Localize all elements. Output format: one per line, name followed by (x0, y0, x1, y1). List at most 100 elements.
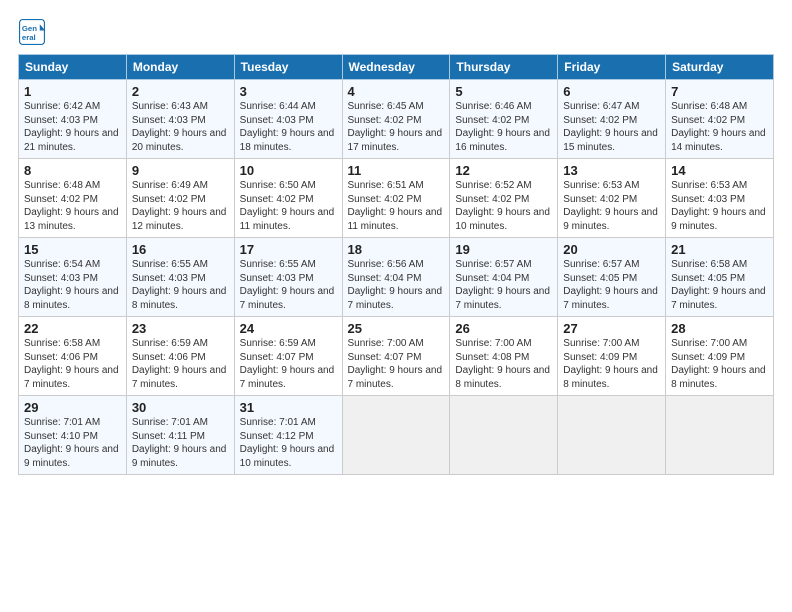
calendar-cell (558, 396, 666, 475)
day-number: 5 (455, 84, 552, 99)
day-info: Sunrise: 6:57 AMSunset: 4:05 PMDaylight:… (563, 259, 658, 311)
calendar-cell (666, 396, 774, 475)
day-number: 17 (240, 242, 337, 257)
calendar-cell: 29 Sunrise: 7:01 AMSunset: 4:10 PMDaylig… (19, 396, 127, 475)
day-info: Sunrise: 6:49 AMSunset: 4:02 PMDaylight:… (132, 180, 227, 232)
calendar-cell: 31 Sunrise: 7:01 AMSunset: 4:12 PMDaylig… (234, 396, 342, 475)
logo-icon: Gen eral (18, 18, 46, 46)
day-info: Sunrise: 6:51 AMSunset: 4:02 PMDaylight:… (348, 180, 443, 232)
calendar-cell: 7 Sunrise: 6:48 AMSunset: 4:02 PMDayligh… (666, 80, 774, 159)
day-info: Sunrise: 7:00 AMSunset: 4:09 PMDaylight:… (671, 338, 766, 390)
day-info: Sunrise: 6:52 AMSunset: 4:02 PMDaylight:… (455, 180, 550, 232)
dow-header-tuesday: Tuesday (234, 55, 342, 80)
day-info: Sunrise: 6:56 AMSunset: 4:04 PMDaylight:… (348, 259, 443, 311)
day-number: 28 (671, 321, 768, 336)
calendar-cell: 22 Sunrise: 6:58 AMSunset: 4:06 PMDaylig… (19, 317, 127, 396)
day-info: Sunrise: 7:01 AMSunset: 4:12 PMDaylight:… (240, 417, 335, 469)
day-info: Sunrise: 6:59 AMSunset: 4:06 PMDaylight:… (132, 338, 227, 390)
page-container: Gen eral SundayMondayTuesdayWednesdayThu… (0, 0, 792, 485)
day-info: Sunrise: 7:01 AMSunset: 4:11 PMDaylight:… (132, 417, 227, 469)
day-number: 18 (348, 242, 445, 257)
day-info: Sunrise: 6:59 AMSunset: 4:07 PMDaylight:… (240, 338, 335, 390)
calendar-cell: 9 Sunrise: 6:49 AMSunset: 4:02 PMDayligh… (126, 159, 234, 238)
calendar-cell: 11 Sunrise: 6:51 AMSunset: 4:02 PMDaylig… (342, 159, 450, 238)
day-number: 12 (455, 163, 552, 178)
calendar-cell: 28 Sunrise: 7:00 AMSunset: 4:09 PMDaylig… (666, 317, 774, 396)
day-number: 11 (348, 163, 445, 178)
day-number: 4 (348, 84, 445, 99)
day-info: Sunrise: 6:50 AMSunset: 4:02 PMDaylight:… (240, 180, 335, 232)
day-info: Sunrise: 6:54 AMSunset: 4:03 PMDaylight:… (24, 259, 119, 311)
calendar-cell: 5 Sunrise: 6:46 AMSunset: 4:02 PMDayligh… (450, 80, 558, 159)
day-number: 19 (455, 242, 552, 257)
dow-header-friday: Friday (558, 55, 666, 80)
calendar-cell: 16 Sunrise: 6:55 AMSunset: 4:03 PMDaylig… (126, 238, 234, 317)
calendar-cell: 6 Sunrise: 6:47 AMSunset: 4:02 PMDayligh… (558, 80, 666, 159)
calendar-cell: 2 Sunrise: 6:43 AMSunset: 4:03 PMDayligh… (126, 80, 234, 159)
day-number: 13 (563, 163, 660, 178)
day-number: 14 (671, 163, 768, 178)
day-number: 3 (240, 84, 337, 99)
dow-header-wednesday: Wednesday (342, 55, 450, 80)
calendar-table: SundayMondayTuesdayWednesdayThursdayFrid… (18, 54, 774, 475)
day-info: Sunrise: 6:48 AMSunset: 4:02 PMDaylight:… (24, 180, 119, 232)
dow-header-sunday: Sunday (19, 55, 127, 80)
calendar-week-4: 22 Sunrise: 6:58 AMSunset: 4:06 PMDaylig… (19, 317, 774, 396)
calendar-cell: 10 Sunrise: 6:50 AMSunset: 4:02 PMDaylig… (234, 159, 342, 238)
calendar-week-1: 1 Sunrise: 6:42 AMSunset: 4:03 PMDayligh… (19, 80, 774, 159)
day-number: 7 (671, 84, 768, 99)
header: Gen eral (18, 18, 774, 46)
calendar-cell: 25 Sunrise: 7:00 AMSunset: 4:07 PMDaylig… (342, 317, 450, 396)
calendar-cell: 14 Sunrise: 6:53 AMSunset: 4:03 PMDaylig… (666, 159, 774, 238)
day-info: Sunrise: 6:58 AMSunset: 4:05 PMDaylight:… (671, 259, 766, 311)
day-number: 26 (455, 321, 552, 336)
calendar-cell: 26 Sunrise: 7:00 AMSunset: 4:08 PMDaylig… (450, 317, 558, 396)
day-info: Sunrise: 6:48 AMSunset: 4:02 PMDaylight:… (671, 101, 766, 153)
day-info: Sunrise: 7:00 AMSunset: 4:07 PMDaylight:… (348, 338, 443, 390)
day-info: Sunrise: 6:55 AMSunset: 4:03 PMDaylight:… (240, 259, 335, 311)
calendar-cell (450, 396, 558, 475)
calendar-cell: 8 Sunrise: 6:48 AMSunset: 4:02 PMDayligh… (19, 159, 127, 238)
calendar-cell: 13 Sunrise: 6:53 AMSunset: 4:02 PMDaylig… (558, 159, 666, 238)
calendar-cell: 20 Sunrise: 6:57 AMSunset: 4:05 PMDaylig… (558, 238, 666, 317)
day-number: 23 (132, 321, 229, 336)
day-number: 30 (132, 400, 229, 415)
day-number: 25 (348, 321, 445, 336)
dow-header-monday: Monday (126, 55, 234, 80)
calendar-body: 1 Sunrise: 6:42 AMSunset: 4:03 PMDayligh… (19, 80, 774, 475)
day-number: 16 (132, 242, 229, 257)
calendar-cell: 21 Sunrise: 6:58 AMSunset: 4:05 PMDaylig… (666, 238, 774, 317)
day-number: 21 (671, 242, 768, 257)
calendar-cell: 24 Sunrise: 6:59 AMSunset: 4:07 PMDaylig… (234, 317, 342, 396)
dow-header-saturday: Saturday (666, 55, 774, 80)
calendar-cell: 27 Sunrise: 7:00 AMSunset: 4:09 PMDaylig… (558, 317, 666, 396)
calendar-cell: 23 Sunrise: 6:59 AMSunset: 4:06 PMDaylig… (126, 317, 234, 396)
day-info: Sunrise: 7:00 AMSunset: 4:09 PMDaylight:… (563, 338, 658, 390)
day-info: Sunrise: 6:45 AMSunset: 4:02 PMDaylight:… (348, 101, 443, 153)
day-info: Sunrise: 6:53 AMSunset: 4:03 PMDaylight:… (671, 180, 766, 232)
day-info: Sunrise: 7:00 AMSunset: 4:08 PMDaylight:… (455, 338, 550, 390)
svg-text:eral: eral (22, 33, 36, 42)
calendar-week-3: 15 Sunrise: 6:54 AMSunset: 4:03 PMDaylig… (19, 238, 774, 317)
calendar-cell: 12 Sunrise: 6:52 AMSunset: 4:02 PMDaylig… (450, 159, 558, 238)
dow-header-thursday: Thursday (450, 55, 558, 80)
calendar-cell: 1 Sunrise: 6:42 AMSunset: 4:03 PMDayligh… (19, 80, 127, 159)
day-number: 9 (132, 163, 229, 178)
day-info: Sunrise: 6:58 AMSunset: 4:06 PMDaylight:… (24, 338, 119, 390)
calendar-cell: 3 Sunrise: 6:44 AMSunset: 4:03 PMDayligh… (234, 80, 342, 159)
logo: Gen eral (18, 18, 50, 46)
day-info: Sunrise: 6:57 AMSunset: 4:04 PMDaylight:… (455, 259, 550, 311)
calendar-cell: 19 Sunrise: 6:57 AMSunset: 4:04 PMDaylig… (450, 238, 558, 317)
day-number: 22 (24, 321, 121, 336)
day-number: 2 (132, 84, 229, 99)
day-info: Sunrise: 7:01 AMSunset: 4:10 PMDaylight:… (24, 417, 119, 469)
calendar-cell: 17 Sunrise: 6:55 AMSunset: 4:03 PMDaylig… (234, 238, 342, 317)
day-number: 20 (563, 242, 660, 257)
calendar-cell: 30 Sunrise: 7:01 AMSunset: 4:11 PMDaylig… (126, 396, 234, 475)
day-info: Sunrise: 6:44 AMSunset: 4:03 PMDaylight:… (240, 101, 335, 153)
day-number: 24 (240, 321, 337, 336)
day-info: Sunrise: 6:47 AMSunset: 4:02 PMDaylight:… (563, 101, 658, 153)
svg-text:Gen: Gen (22, 24, 37, 33)
calendar-header-row: SundayMondayTuesdayWednesdayThursdayFrid… (19, 55, 774, 80)
day-number: 10 (240, 163, 337, 178)
